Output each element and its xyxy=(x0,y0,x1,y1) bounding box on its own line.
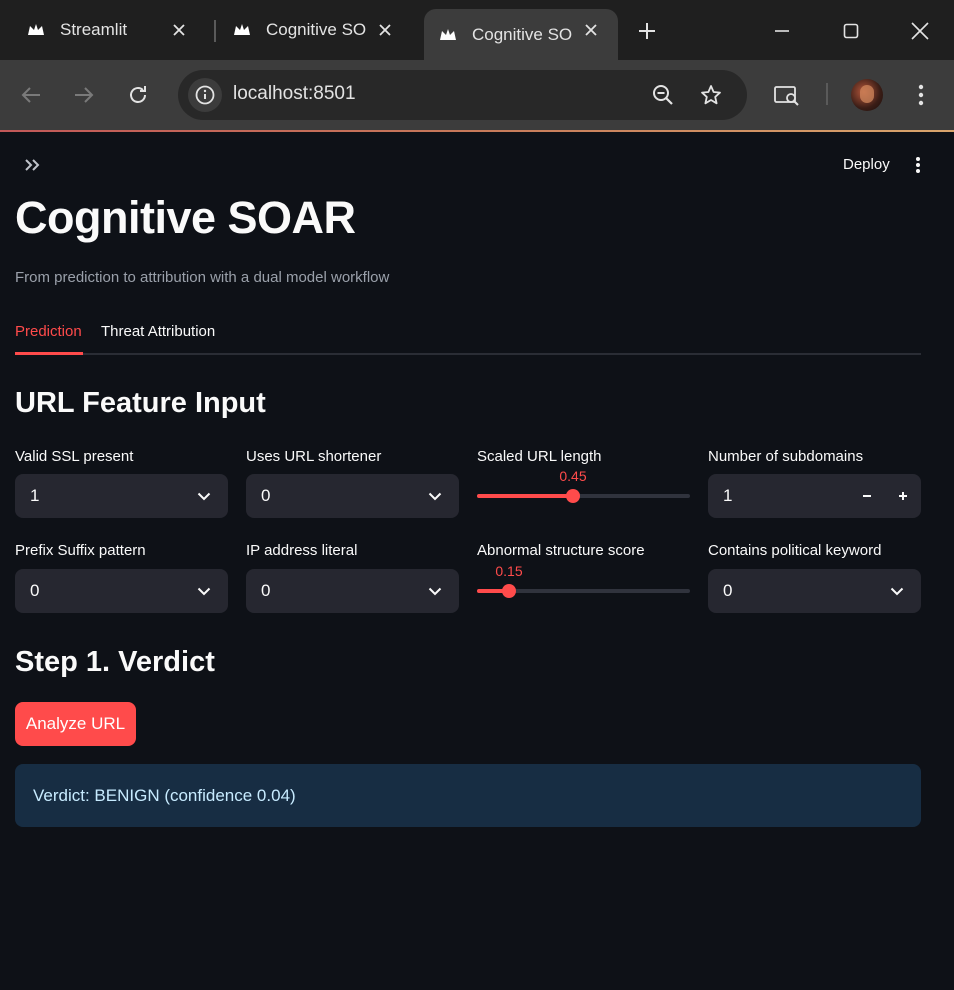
deploy-button[interactable]: Deploy xyxy=(833,152,900,177)
select-value: 1 xyxy=(30,486,40,505)
field-label: Valid SSL present xyxy=(15,448,134,465)
abnormal-structure-slider[interactable]: 0.15 xyxy=(477,563,690,613)
toolbar-separator xyxy=(826,83,828,105)
content-tabs: Prediction Threat Attribution xyxy=(15,319,921,355)
streamlit-app: Deploy Cognitive SOAR From prediction to… xyxy=(0,132,954,990)
section-heading-url-feature-input: URL Feature Input xyxy=(15,387,266,419)
plus-icon xyxy=(899,492,907,500)
field-label: Prefix Suffix pattern xyxy=(15,542,146,559)
reload-icon xyxy=(130,86,146,103)
browser-tab-title: Cognitive SOAR xyxy=(266,20,366,39)
select-value: 0 xyxy=(723,581,733,600)
section-heading-verdict: Step 1. Verdict xyxy=(15,646,215,678)
minimize-icon xyxy=(775,30,789,32)
browser-tab-streamlit[interactable]: Streamlit xyxy=(6,9,206,51)
browser-tab-cognitive-soar-active[interactable]: Cognitive SOAR xyxy=(424,9,618,60)
vertical-dots-icon xyxy=(918,84,924,106)
maximize-window-button[interactable] xyxy=(836,16,866,46)
slider-thumb[interactable] xyxy=(566,489,580,503)
page-subtitle: From prediction to attribution with a du… xyxy=(15,269,390,286)
cast-search-icon xyxy=(774,86,799,106)
maximize-icon xyxy=(843,23,859,39)
streamlit-crown-icon xyxy=(234,24,250,35)
browser-menu-button[interactable] xyxy=(906,80,936,110)
bookmark-star-icon[interactable] xyxy=(696,80,726,110)
valid-ssl-select[interactable]: 1 xyxy=(15,474,228,518)
plus-icon xyxy=(639,23,655,39)
analyze-url-button[interactable]: Analyze URL xyxy=(15,702,136,746)
url-shortener-select[interactable]: 0 xyxy=(246,474,459,518)
slider-value: 0.15 xyxy=(495,563,523,579)
scaled-url-length-slider[interactable]: 0.45 xyxy=(477,468,690,518)
arrow-right-icon xyxy=(75,87,94,103)
close-icon xyxy=(911,22,929,40)
verdict-info-box: Verdict: BENIGN (confidence 0.04) xyxy=(15,764,921,827)
site-info-icon[interactable] xyxy=(188,78,222,112)
address-bar[interactable]: localhost:8501 xyxy=(178,70,747,120)
chevron-down-icon xyxy=(425,486,445,506)
double-chevron-right-icon xyxy=(25,159,40,171)
select-value: 0 xyxy=(261,581,271,600)
slider-value: 0.45 xyxy=(559,468,587,484)
zoom-icon[interactable] xyxy=(648,80,678,110)
field-label: IP address literal xyxy=(246,542,358,559)
active-tab-indicator xyxy=(15,352,83,355)
prefix-suffix-select[interactable]: 0 xyxy=(15,569,228,613)
browser-toolbar: localhost:8501 xyxy=(0,60,954,132)
cast-search-button[interactable] xyxy=(772,80,802,110)
app-menu-button[interactable] xyxy=(907,152,929,178)
vertical-dots-icon xyxy=(916,157,920,173)
forward-button[interactable] xyxy=(69,80,99,110)
field-label: Contains political keyword xyxy=(708,542,882,559)
tab-threat-attribution[interactable]: Threat Attribution xyxy=(101,323,215,340)
slider-thumb[interactable] xyxy=(502,584,516,598)
field-label: Number of subdomains xyxy=(708,448,864,465)
browser-tab-bar: Streamlit Cognitive SOAR Cognitive SOAR xyxy=(0,0,954,60)
browser-tab-title: Streamlit xyxy=(60,20,128,39)
verdict-text: Verdict: BENIGN (confidence 0.04) xyxy=(33,786,296,805)
page-title: Cognitive SOAR xyxy=(15,192,356,243)
ip-address-select[interactable]: 0 xyxy=(246,569,459,613)
tab-prediction[interactable]: Prediction xyxy=(15,323,82,340)
streamlit-crown-icon xyxy=(28,24,44,35)
close-tab-icon[interactable] xyxy=(372,17,398,43)
minimize-window-button[interactable] xyxy=(767,16,797,46)
close-window-button[interactable] xyxy=(905,16,935,46)
expand-sidebar-button[interactable] xyxy=(20,154,46,176)
chevron-down-icon xyxy=(194,581,214,601)
browser-tab-title: Cognitive SOAR xyxy=(472,24,572,44)
close-tab-icon[interactable] xyxy=(578,17,604,43)
streamlit-crown-icon xyxy=(440,28,456,40)
chevron-down-icon xyxy=(425,581,445,601)
chevron-down-icon xyxy=(194,486,214,506)
minus-icon xyxy=(863,495,871,497)
political-keyword-select[interactable]: 0 xyxy=(708,569,921,613)
decrement-button[interactable] xyxy=(856,485,878,507)
url-text[interactable]: localhost:8501 xyxy=(233,83,356,105)
new-tab-button[interactable] xyxy=(632,16,662,46)
select-value: 0 xyxy=(30,581,40,600)
profile-avatar[interactable] xyxy=(851,79,883,111)
close-tab-icon[interactable] xyxy=(166,17,192,43)
field-label: Uses URL shortener xyxy=(246,448,382,465)
back-button[interactable] xyxy=(16,80,46,110)
select-value: 0 xyxy=(261,486,271,505)
chevron-down-icon xyxy=(887,581,907,601)
subdomains-number-input[interactable]: 1 xyxy=(708,474,921,518)
arrow-left-icon xyxy=(21,87,40,103)
number-value[interactable]: 1 xyxy=(723,486,732,506)
reload-button[interactable] xyxy=(123,80,153,110)
field-label: Scaled URL length xyxy=(477,448,602,465)
increment-button[interactable] xyxy=(892,485,914,507)
field-label: Abnormal structure score xyxy=(477,542,645,559)
slider-fill xyxy=(477,494,573,498)
browser-tab-cognitive-soar-1[interactable]: Cognitive SOAR xyxy=(212,9,412,51)
